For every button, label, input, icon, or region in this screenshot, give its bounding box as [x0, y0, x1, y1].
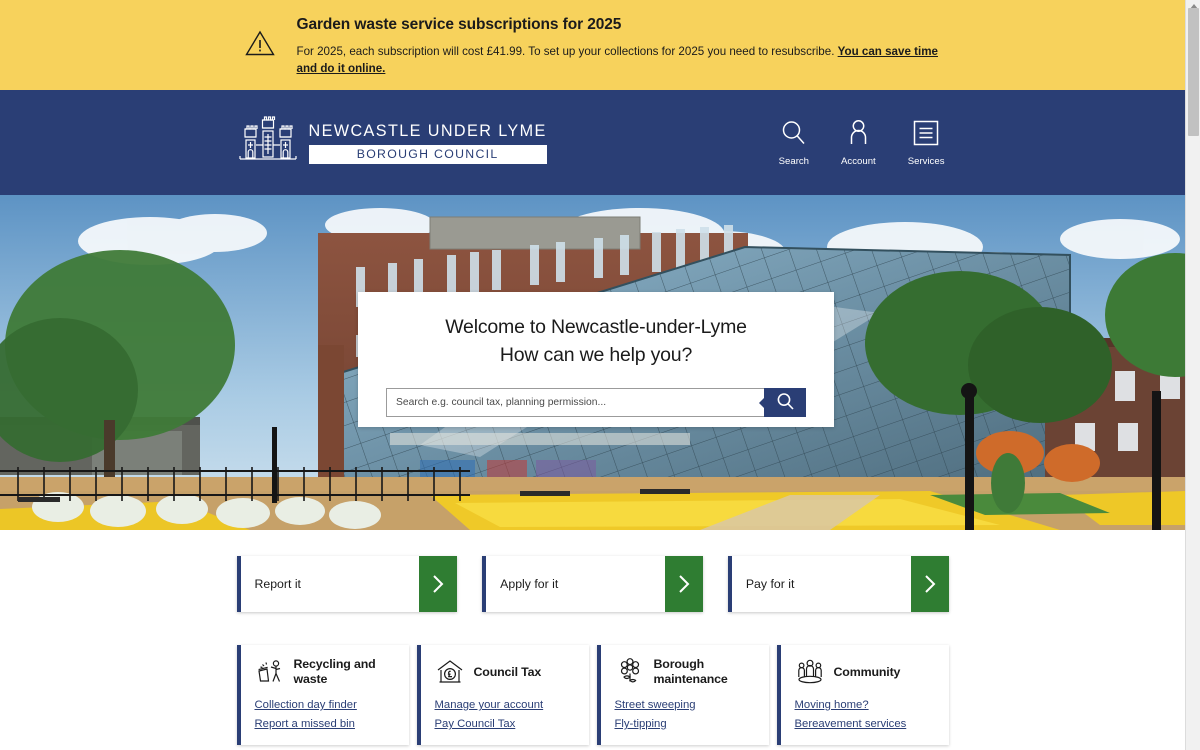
- service-link[interactable]: Moving home?: [795, 699, 937, 711]
- service-card-header: Community: [795, 657, 937, 687]
- service-link[interactable]: Pay Council Tax: [435, 718, 577, 730]
- service-card-recycling-and-waste[interactable]: Recycling and waste Collection day finde…: [236, 645, 409, 745]
- service-link[interactable]: Report a missed bin: [255, 718, 397, 730]
- header-nav: Search Account Services: [779, 119, 949, 167]
- header-inner: NEWCASTLE UNDER LYME BOROUGH COUNCIL Sea…: [237, 90, 949, 195]
- action-cards: Report it Apply for it Pay for it: [236, 530, 949, 612]
- service-card-header: Recycling and waste: [255, 657, 397, 687]
- service-link[interactable]: Manage your account: [435, 699, 577, 711]
- page-scrollbar[interactable]: [1185, 0, 1200, 750]
- search-submit-button[interactable]: [764, 388, 806, 418]
- search-input[interactable]: [386, 388, 764, 418]
- service-card-title: Recycling and waste: [293, 657, 376, 686]
- person-icon: [848, 119, 869, 147]
- action-card-pay-for-it[interactable]: Pay for it: [727, 556, 949, 612]
- service-card-links: Street sweeping Fly-tipping: [615, 699, 757, 730]
- service-card-title: Community: [833, 664, 901, 679]
- menu-box-icon: [913, 119, 939, 147]
- search-icon: [780, 119, 807, 147]
- hero-title-line-2: How can we help you?: [499, 343, 693, 366]
- alert-banner: Garden waste service subscriptions for 2…: [0, 0, 1185, 90]
- service-card-links: Manage your account Pay Council Tax: [435, 699, 577, 730]
- hero-title: Welcome to Newcastle-under-Lyme How can …: [386, 314, 806, 369]
- service-card-community[interactable]: Community Moving home? Bereavement servi…: [776, 645, 949, 745]
- house-pound-icon: [435, 657, 465, 687]
- nav-account-label: Account: [841, 155, 876, 167]
- chevron-right-icon[interactable]: [664, 556, 703, 612]
- hero-title-line-1: Welcome to Newcastle-under-Lyme: [445, 316, 747, 338]
- service-card-header: Council Tax: [435, 657, 577, 687]
- service-link[interactable]: Collection day finder: [255, 699, 397, 711]
- warning-triangle-icon: [244, 14, 279, 77]
- site-header: NEWCASTLE UNDER LYME BOROUGH COUNCIL Sea…: [0, 90, 1185, 195]
- castle-icon: [237, 115, 299, 171]
- service-cards: Recycling and waste Collection day finde…: [236, 612, 949, 745]
- action-label: Report it: [254, 577, 301, 591]
- service-link[interactable]: Fly-tipping: [615, 718, 757, 730]
- service-card-links: Moving home? Bereavement services: [795, 699, 937, 730]
- hero-search-card: Welcome to Newcastle-under-Lyme How can …: [358, 292, 834, 427]
- service-card-title: Council Tax: [473, 664, 542, 679]
- alert-text: Garden waste service subscriptions for 2…: [297, 14, 949, 77]
- nav-services-label: Services: [907, 155, 945, 167]
- site-logo[interactable]: NEWCASTLE UNDER LYME BOROUGH COUNCIL: [237, 115, 547, 171]
- service-card-header: Borough maintenance: [615, 657, 757, 687]
- action-label: Apply for it: [500, 577, 559, 591]
- chevron-right-icon[interactable]: [910, 556, 949, 612]
- chevron-right-icon[interactable]: [419, 556, 458, 612]
- page-root: Garden waste service subscriptions for 2…: [0, 0, 1185, 750]
- service-link[interactable]: Street sweeping: [615, 699, 757, 711]
- alert-inner: Garden waste service subscriptions for 2…: [237, 14, 949, 77]
- action-label: Pay for it: [745, 577, 795, 591]
- alert-title: Garden waste service subscriptions for 2…: [296, 16, 622, 33]
- logo-line-2: BOROUGH COUNCIL: [308, 144, 547, 164]
- alert-body-text: For 2025, each subscription will cost £4…: [296, 45, 838, 58]
- service-card-council-tax[interactable]: Council Tax Manage your account Pay Coun…: [416, 645, 589, 745]
- logo-wordmark: NEWCASTLE UNDER LYME BOROUGH COUNCIL: [308, 121, 547, 164]
- nav-search-label: Search: [778, 155, 810, 167]
- people-group-icon: [795, 657, 825, 687]
- search-icon: [776, 392, 795, 414]
- logo-line-1: NEWCASTLE UNDER LYME: [308, 121, 547, 140]
- action-card-apply-for-it[interactable]: Apply for it: [482, 556, 703, 612]
- service-link[interactable]: Bereavement services: [795, 718, 937, 730]
- alert-body: For 2025, each subscription will cost £4…: [297, 43, 947, 77]
- hero-banner: Welcome to Newcastle-under-Lyme How can …: [0, 195, 1185, 530]
- nav-account[interactable]: Account: [841, 119, 876, 167]
- service-card-title: Borough maintenance: [653, 657, 728, 686]
- flower-icon: [615, 657, 645, 687]
- nav-services[interactable]: Services: [908, 119, 945, 167]
- service-card-links: Collection day finder Report a missed bi…: [255, 699, 397, 730]
- nav-search[interactable]: Search: [779, 119, 809, 167]
- service-card-borough-maintenance[interactable]: Borough maintenance Street sweeping Fly-…: [596, 645, 769, 745]
- scrollbar-thumb[interactable]: [1188, 8, 1199, 136]
- bin-person-icon: [255, 657, 285, 687]
- action-card-report-it[interactable]: Report it: [236, 556, 458, 612]
- hero-search-row: [386, 388, 806, 418]
